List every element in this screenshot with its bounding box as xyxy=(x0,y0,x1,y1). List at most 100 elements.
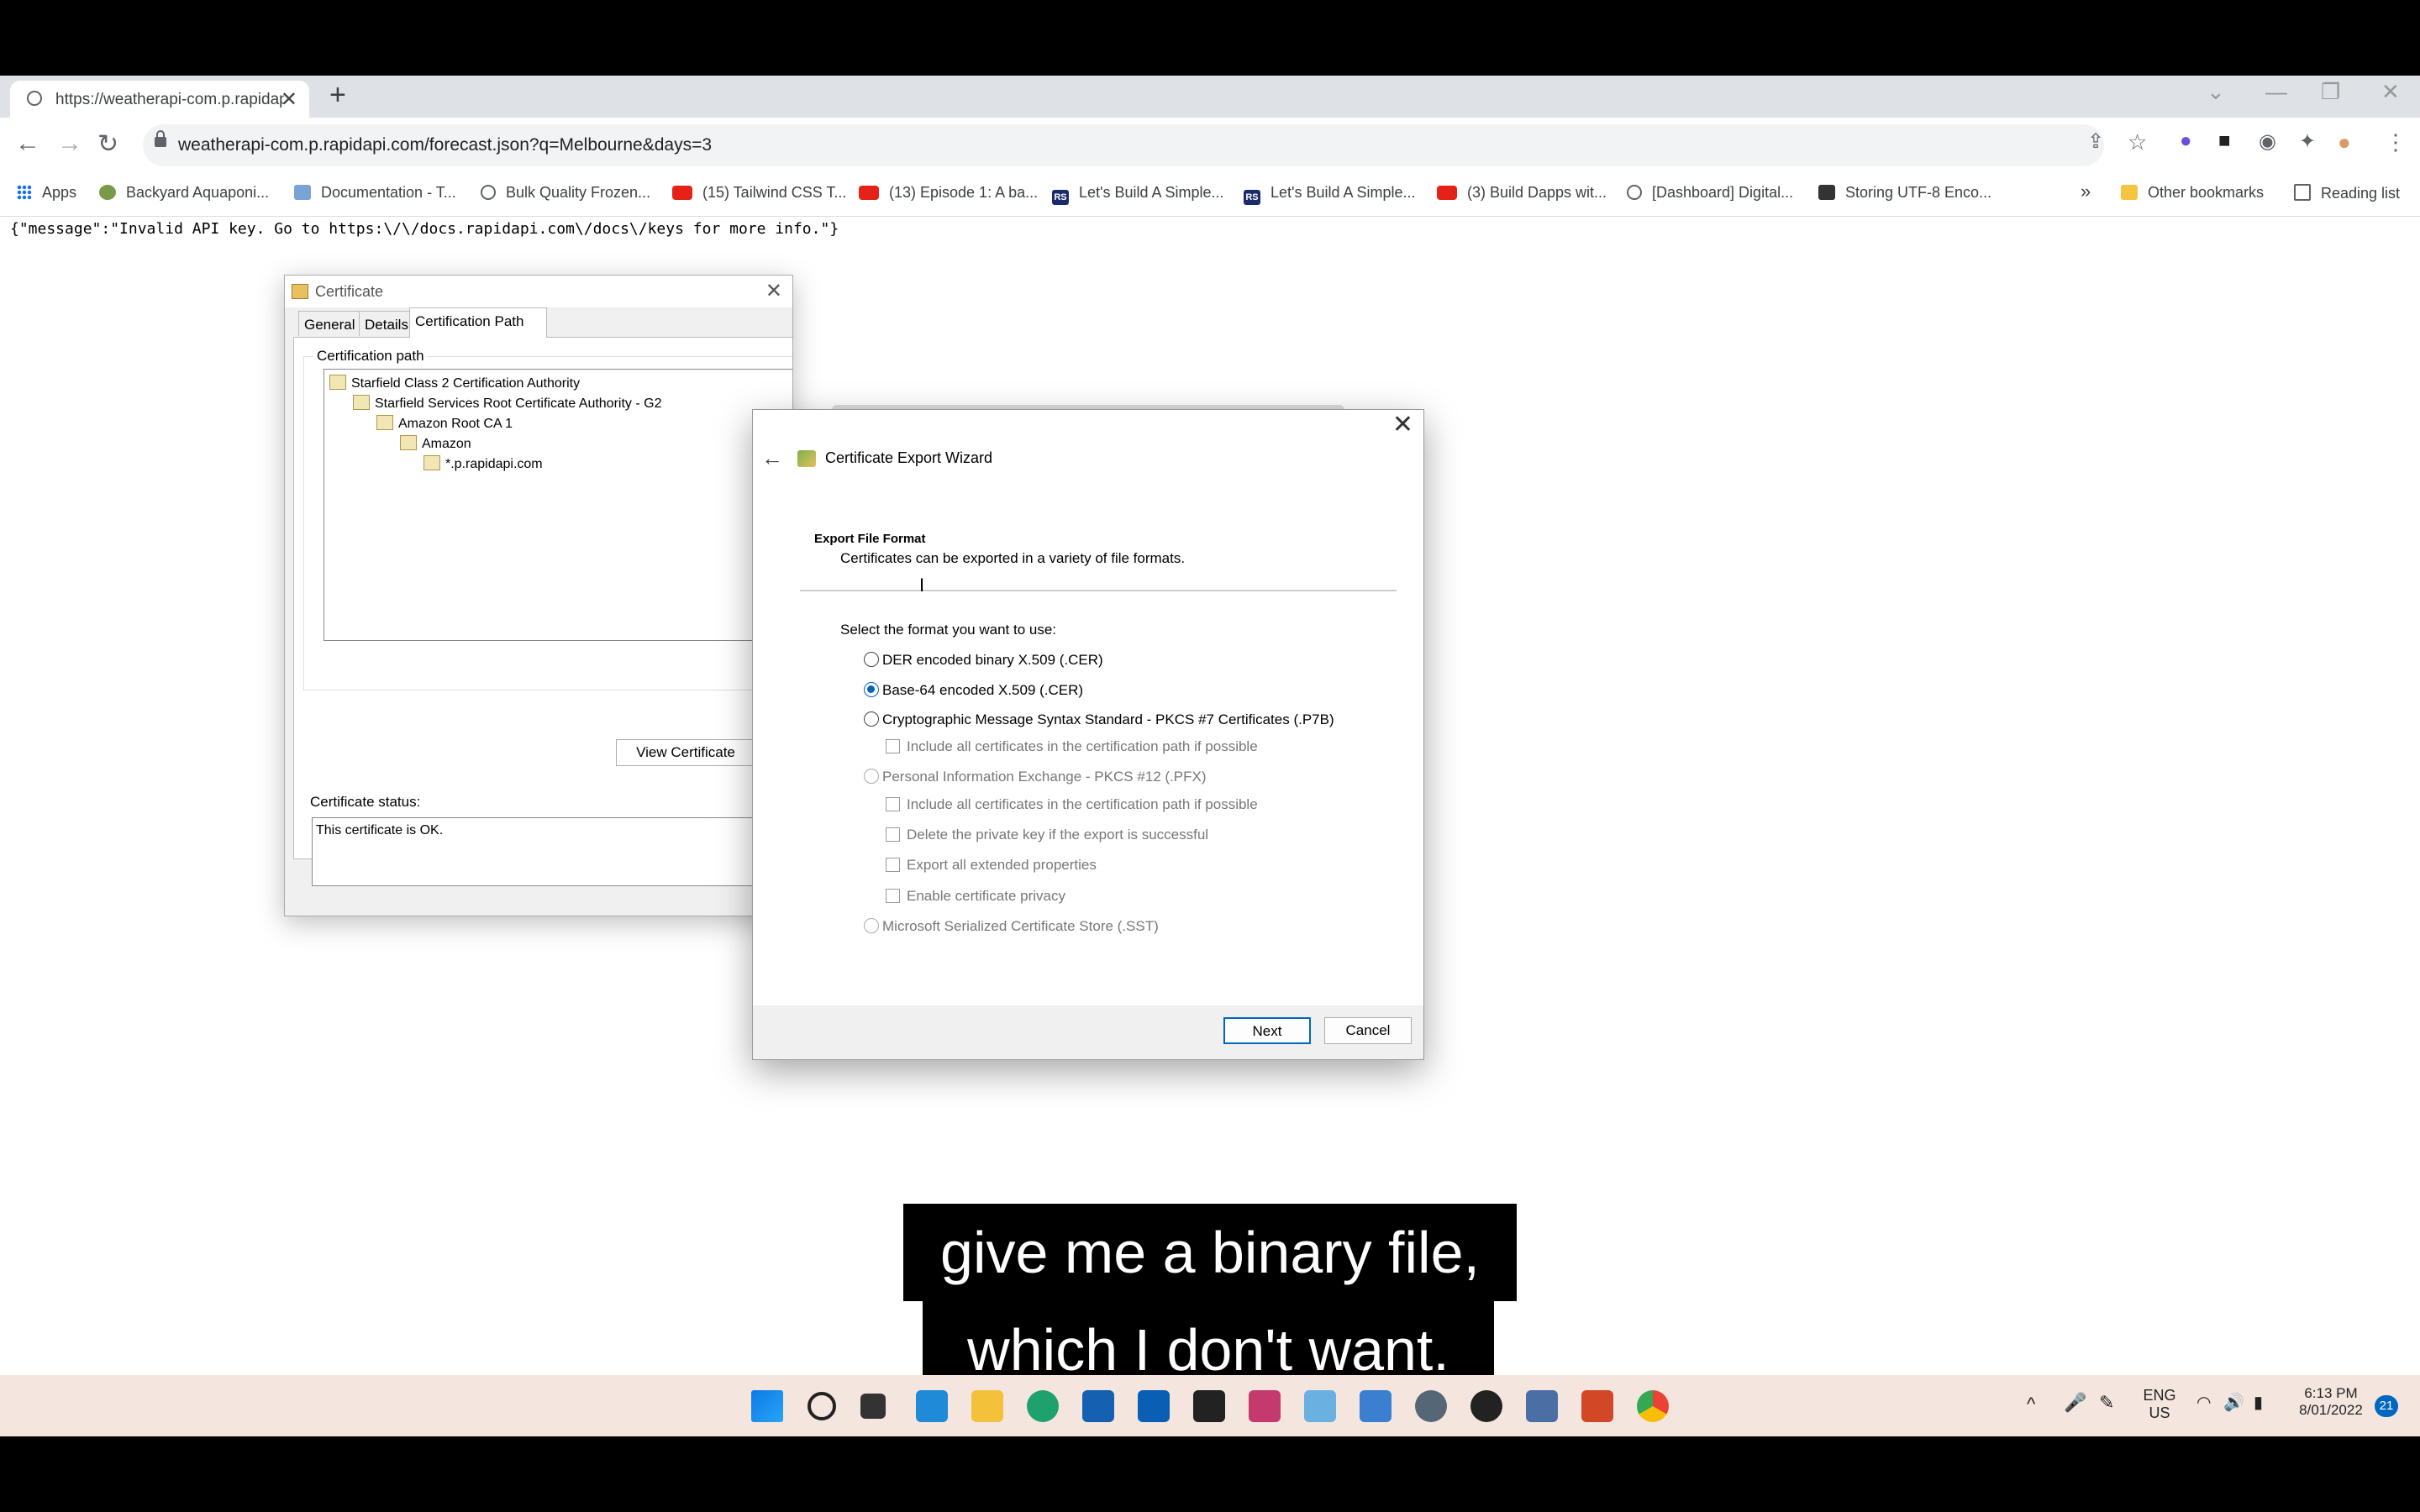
radio-sst[interactable] xyxy=(864,918,879,933)
close-icon[interactable]: ✕ xyxy=(765,279,782,303)
checkbox[interactable] xyxy=(886,797,900,811)
tab-search-icon[interactable]: ⌄ xyxy=(2207,79,2225,105)
option-pfx-include[interactable]: Include all certificates in the certific… xyxy=(886,796,1258,813)
radio-base64-selected[interactable] xyxy=(864,682,879,697)
bookmark-item[interactable]: (13) Episode 1: A ba... xyxy=(859,184,1038,202)
search-icon[interactable] xyxy=(808,1392,836,1420)
show-hidden-icons-chevron[interactable]: ^ xyxy=(2027,1394,2035,1415)
new-tab-button[interactable]: + xyxy=(329,79,346,112)
settings-gear-icon[interactable] xyxy=(1415,1390,1447,1422)
terminal-icon[interactable] xyxy=(1193,1390,1225,1422)
close-window-button[interactable]: ✕ xyxy=(2381,79,2400,105)
option-sst[interactable]: Microsoft Serialized Certificate Store (… xyxy=(864,918,1159,935)
option-der[interactable]: DER encoded binary X.509 (.CER) xyxy=(864,652,1103,669)
file-explorer-icon[interactable] xyxy=(971,1390,1003,1422)
battery-icon[interactable]: ▮ xyxy=(2254,1392,2263,1413)
back-button[interactable]: ← xyxy=(15,129,40,158)
extension-icon-2[interactable]: ■ xyxy=(2218,129,2231,153)
extension-icon-1[interactable]: ● xyxy=(2180,129,2192,153)
bookmark-item[interactable]: RS Let's Build A Simple... xyxy=(1244,184,1416,205)
option-pfx-privacy[interactable]: Enable certificate privacy xyxy=(886,888,1065,905)
app-icon-tools[interactable] xyxy=(1526,1390,1558,1422)
vscode-icon[interactable] xyxy=(916,1390,948,1422)
app-icon-axi[interactable] xyxy=(1249,1390,1281,1422)
view-certificate-button[interactable]: View Certificate xyxy=(616,739,755,766)
share-icon[interactable]: ⇪ xyxy=(2087,129,2104,154)
language-indicator[interactable]: ENG US xyxy=(2141,1387,2178,1422)
tab-certification-path[interactable]: Certification Path xyxy=(409,307,547,338)
radio-pkcs7[interactable] xyxy=(864,711,879,727)
browser-tab[interactable]: https://weatherapi-com.p.rapidapi ✕ xyxy=(10,81,309,118)
profile-avatar[interactable]: ● xyxy=(2338,129,2351,155)
extensions-puzzle-icon[interactable]: ✦ xyxy=(2299,129,2316,154)
menu-kebab-icon[interactable]: ⋮ xyxy=(2385,129,2407,155)
edge-icon[interactable] xyxy=(1027,1390,1059,1422)
bookmark-item[interactable]: Bulk Quality Frozen... xyxy=(481,184,650,202)
option-pfx[interactable]: Personal Information Exchange - PKCS #12… xyxy=(864,769,1207,785)
volume-icon[interactable]: 🔊 xyxy=(2223,1392,2244,1413)
next-button[interactable]: Next xyxy=(1223,1017,1311,1044)
checkbox[interactable] xyxy=(886,889,900,903)
clock[interactable]: 6:13 PM 8/01/2022 xyxy=(2292,1385,2370,1419)
checkbox[interactable] xyxy=(886,827,900,842)
back-arrow-icon[interactable]: ← xyxy=(761,445,783,471)
book-icon xyxy=(1818,185,1835,200)
app-icon-ve[interactable] xyxy=(1360,1390,1392,1422)
bookmark-item[interactable]: Documentation - T... xyxy=(294,184,456,202)
forward-button[interactable]: → xyxy=(57,129,82,158)
close-icon[interactable]: ✕ xyxy=(1392,410,1413,439)
wizard-footer: Next Cancel xyxy=(753,1005,1423,1059)
checkbox[interactable] xyxy=(886,739,900,753)
rs-icon: RS xyxy=(1052,190,1069,205)
lock-icon[interactable] xyxy=(155,130,166,147)
tree-node-selected[interactable]: *.p.rapidapi.com xyxy=(424,455,543,472)
notification-badge[interactable]: 21 xyxy=(2375,1395,2398,1417)
restore-button[interactable]: ❐ xyxy=(2321,79,2340,105)
reading-list[interactable]: Reading list xyxy=(2294,184,2400,202)
option-pkcs7-include[interactable]: Include all certificates in the certific… xyxy=(886,738,1258,755)
github-icon[interactable] xyxy=(1470,1390,1502,1422)
close-tab-icon[interactable]: ✕ xyxy=(281,87,297,112)
tree-node[interactable]: Starfield Class 2 Certification Authorit… xyxy=(329,375,580,391)
caption-line-1: give me a binary file, xyxy=(903,1204,1517,1301)
radio-der[interactable] xyxy=(864,652,879,667)
bookmark-item[interactable]: Backyard Aquaponi... xyxy=(99,184,269,202)
microphone-icon[interactable]: 🎤 xyxy=(2064,1392,2086,1414)
date: 8/01/2022 xyxy=(2299,1402,2363,1418)
bookmark-item[interactable]: RS Let's Build A Simple... xyxy=(1052,184,1224,205)
radio-pfx[interactable] xyxy=(864,769,879,784)
option-pkcs7[interactable]: Cryptographic Message Syntax Standard - … xyxy=(864,711,1334,728)
extension-icon-3[interactable]: ◉ xyxy=(2259,129,2276,154)
option-base64[interactable]: Base-64 encoded X.509 (.CER) xyxy=(864,682,1083,699)
bookmark-item[interactable]: Storing UTF-8 Enco... xyxy=(1818,184,1991,202)
bookmark-item[interactable]: [Dashboard] Digital... xyxy=(1627,184,1793,202)
bookmark-item[interactable]: (3) Build Dapps wit... xyxy=(1437,184,1607,202)
tree-node[interactable]: Amazon Root CA 1 xyxy=(376,415,513,432)
reload-button[interactable]: ↻ xyxy=(97,129,118,159)
tab-general[interactable]: General xyxy=(298,311,366,336)
other-bookmarks[interactable]: Other bookmarks xyxy=(2121,184,2264,202)
certification-path-tree[interactable]: Starfield Class 2 Certification Authorit… xyxy=(324,369,792,641)
tree-node[interactable]: Amazon xyxy=(400,435,471,452)
bookmark-star-icon[interactable]: ☆ xyxy=(2128,129,2147,155)
youtube-icon xyxy=(1437,186,1457,200)
bookmark-apps[interactable]: Apps xyxy=(17,184,76,202)
pen-icon[interactable]: ✎ xyxy=(2099,1392,2114,1414)
chrome-icon[interactable] xyxy=(1637,1390,1669,1422)
minimize-button[interactable]: — xyxy=(2265,79,2287,105)
wifi-icon[interactable]: ◠ xyxy=(2196,1392,2211,1413)
task-view-icon[interactable] xyxy=(860,1394,886,1419)
option-pfx-delete-key[interactable]: Delete the private key if the export is … xyxy=(886,827,1208,843)
outlook-icon[interactable] xyxy=(1082,1390,1114,1422)
bookmark-item[interactable]: (15) Tailwind CSS T... xyxy=(672,184,846,202)
checkbox[interactable] xyxy=(886,858,900,872)
store-icon[interactable] xyxy=(1138,1390,1170,1422)
bookmarks-overflow-button[interactable]: » xyxy=(2081,181,2091,202)
photos-icon[interactable] xyxy=(1304,1390,1336,1422)
powerpoint-icon[interactable] xyxy=(1581,1390,1613,1422)
tree-node[interactable]: Starfield Services Root Certificate Auth… xyxy=(353,395,661,412)
windows-start-icon[interactable] xyxy=(751,1390,783,1422)
option-pfx-extended[interactable]: Export all extended properties xyxy=(886,857,1097,874)
address-bar[interactable]: weatherapi-com.p.rapidapi.com/forecast.j… xyxy=(143,124,2104,166)
cancel-button[interactable]: Cancel xyxy=(1324,1017,1412,1044)
